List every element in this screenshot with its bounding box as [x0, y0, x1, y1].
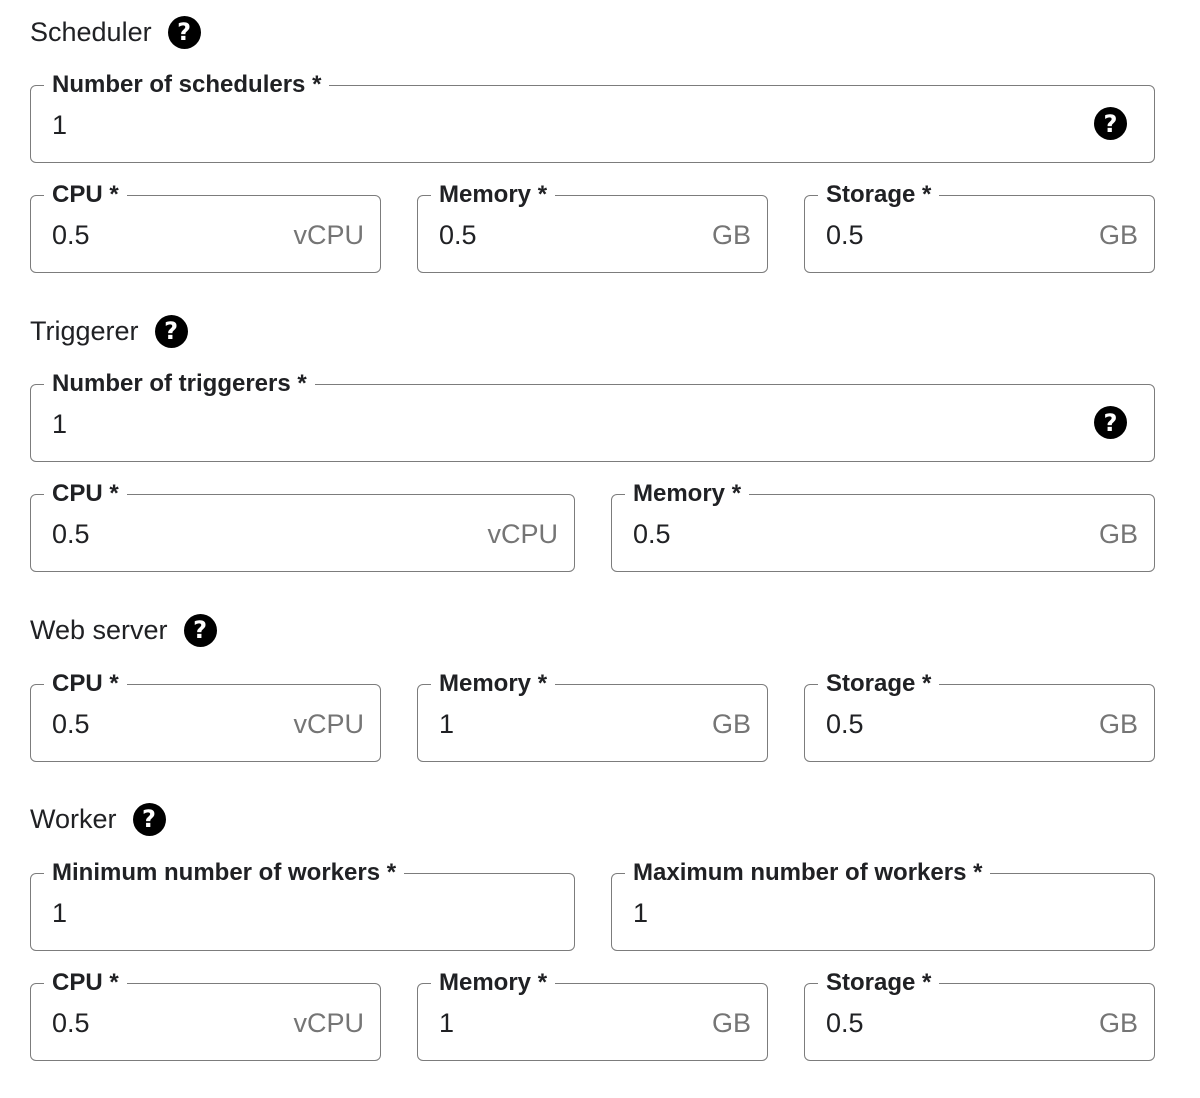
field-label: CPU * — [44, 670, 127, 698]
field-unit: GB — [711, 1008, 751, 1038]
field-unit: vCPU — [293, 709, 364, 739]
help-icon[interactable]: ? — [132, 802, 166, 836]
help-icon[interactable]: ? — [167, 15, 201, 49]
field-value[interactable]: 1 — [52, 407, 67, 441]
field-unit: GB — [711, 709, 751, 739]
worker-memory-field[interactable]: Memory * 1 GB — [417, 969, 768, 1061]
help-icon[interactable]: ? — [183, 613, 217, 647]
field-label: CPU * — [44, 181, 127, 209]
field-value[interactable]: 0.5 — [52, 218, 90, 252]
worker-storage-field[interactable]: Storage * 0.5 GB — [804, 969, 1155, 1061]
field-label: CPU * — [44, 969, 127, 997]
field-label: Memory * — [431, 969, 556, 997]
webserver-section-heading: Web server ? — [30, 613, 217, 647]
scheduler-memory-field[interactable]: Memory * 0.5 GB — [417, 181, 768, 273]
webserver-heading-text: Web server — [30, 614, 168, 645]
field-value[interactable]: 1 — [439, 1006, 454, 1040]
help-icon[interactable]: ? — [1094, 107, 1127, 140]
worker-cpu-field[interactable]: CPU * 0.5 vCPU — [30, 969, 381, 1061]
field-value[interactable]: 0.5 — [826, 218, 864, 252]
field-unit: vCPU — [293, 1008, 364, 1038]
number-of-schedulers-field[interactable]: Number of schedulers * 1 ? — [30, 71, 1155, 163]
worker-section-heading: Worker ? — [30, 802, 166, 836]
field-unit: vCPU — [293, 220, 364, 250]
field-unit: GB — [1098, 220, 1138, 250]
maximum-workers-field[interactable]: Maximum number of workers * 1 — [611, 859, 1155, 951]
scheduler-heading-text: Scheduler — [30, 16, 152, 47]
field-label: Storage * — [818, 969, 940, 997]
number-of-triggerers-field[interactable]: Number of triggerers * 1 ? — [30, 370, 1155, 462]
triggerer-cpu-field[interactable]: CPU * 0.5 vCPU — [30, 480, 575, 572]
field-value[interactable]: 1 — [52, 108, 67, 142]
field-value[interactable]: 0.5 — [52, 707, 90, 741]
field-label: Memory * — [431, 670, 556, 698]
scheduler-cpu-field[interactable]: CPU * 0.5 vCPU — [30, 181, 381, 273]
field-value[interactable]: 1 — [439, 707, 454, 741]
scheduler-storage-field[interactable]: Storage * 0.5 GB — [804, 181, 1155, 273]
field-unit: GB — [1098, 1008, 1138, 1038]
field-value[interactable]: 0.5 — [826, 1006, 864, 1040]
webserver-storage-field[interactable]: Storage * 0.5 GB — [804, 670, 1155, 762]
minimum-workers-field[interactable]: Minimum number of workers * 1 — [30, 859, 575, 951]
field-label: Memory * — [625, 480, 750, 508]
webserver-memory-field[interactable]: Memory * 1 GB — [417, 670, 768, 762]
field-unit: GB — [1098, 519, 1138, 549]
field-label: Storage * — [818, 181, 940, 209]
field-value[interactable]: 1 — [633, 896, 648, 930]
field-value[interactable]: 0.5 — [52, 1006, 90, 1040]
webserver-cpu-field[interactable]: CPU * 0.5 vCPU — [30, 670, 381, 762]
triggerer-memory-field[interactable]: Memory * 0.5 GB — [611, 480, 1155, 572]
scheduler-section-heading: Scheduler ? — [30, 15, 201, 49]
field-label: Number of schedulers * — [44, 71, 330, 99]
field-label: Number of triggerers * — [44, 370, 315, 398]
field-value[interactable]: 0.5 — [633, 517, 671, 551]
field-label: Maximum number of workers * — [625, 859, 991, 887]
field-unit: GB — [1098, 709, 1138, 739]
field-unit: vCPU — [487, 519, 558, 549]
field-value[interactable]: 0.5 — [52, 517, 90, 551]
help-icon[interactable]: ? — [1094, 406, 1127, 439]
field-value[interactable]: 0.5 — [826, 707, 864, 741]
triggerer-section-heading: Triggerer ? — [30, 314, 188, 348]
field-label: Minimum number of workers * — [44, 859, 405, 887]
triggerer-heading-text: Triggerer — [30, 315, 139, 346]
field-label: Memory * — [431, 181, 556, 209]
field-value[interactable]: 1 — [52, 896, 67, 930]
help-icon[interactable]: ? — [154, 314, 188, 348]
field-label: Storage * — [818, 670, 940, 698]
worker-heading-text: Worker — [30, 803, 117, 834]
field-value[interactable]: 0.5 — [439, 218, 477, 252]
field-label: CPU * — [44, 480, 127, 508]
field-unit: GB — [711, 220, 751, 250]
